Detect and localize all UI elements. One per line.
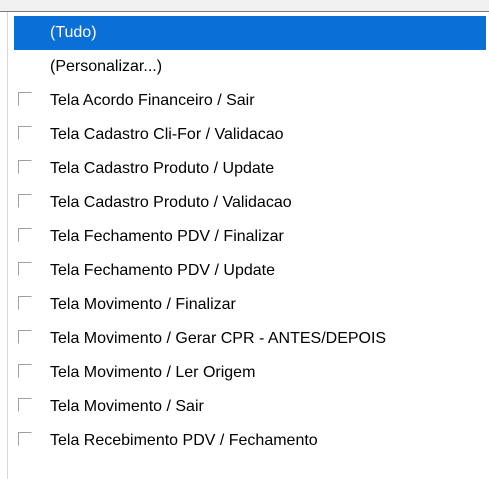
list-item[interactable]: Tela Recebimento PDV / Fechamento — [14, 424, 489, 458]
list-item[interactable]: Tela Cadastro Produto / Update — [14, 152, 489, 186]
list-item[interactable]: Tela Fechamento PDV / Finalizar — [14, 220, 489, 254]
checkbox[interactable] — [18, 364, 32, 378]
filter-dropdown-window: (Tudo) (Personalizar...) Tela Acordo Fin… — [0, 0, 489, 479]
list-item-label: Tela Recebimento PDV / Fechamento — [50, 432, 318, 449]
list-item-label: Tela Movimento / Ler Origem — [50, 364, 256, 381]
checkbox[interactable] — [18, 228, 32, 242]
checkbox[interactable] — [18, 330, 32, 344]
list-item[interactable]: Tela Movimento / Sair — [14, 390, 489, 424]
list-item-label: Tela Acordo Financeiro / Sair — [50, 92, 255, 109]
left-edge — [0, 12, 12, 479]
list-item-label: Tela Cadastro Cli-For / Validacao — [50, 126, 284, 143]
list-item-label: Tela Cadastro Produto / Validacao — [50, 194, 292, 211]
filter-list: (Tudo) (Personalizar...) Tela Acordo Fin… — [14, 16, 489, 458]
checkbox[interactable] — [18, 398, 32, 412]
left-edge-line — [7, 12, 8, 479]
list-item-label: Tela Movimento / Gerar CPR - ANTES/DEPOI… — [50, 330, 387, 347]
list-item-label: Tela Movimento / Finalizar — [50, 296, 236, 313]
dropdown-top-border — [0, 0, 489, 12]
list-item[interactable]: Tela Movimento / Gerar CPR - ANTES/DEPOI… — [14, 322, 489, 356]
checkbox[interactable] — [18, 126, 32, 140]
list-item[interactable]: Tela Fechamento PDV / Update — [14, 254, 489, 288]
list-item[interactable]: Tela Movimento / Ler Origem — [14, 356, 489, 390]
checkbox[interactable] — [18, 296, 32, 310]
list-item-custom[interactable]: (Personalizar...) — [14, 50, 489, 84]
list-item-label: Tela Cadastro Produto / Update — [50, 160, 275, 177]
list-item[interactable]: Tela Cadastro Produto / Validacao — [14, 186, 489, 220]
list-item-all[interactable]: (Tudo) — [14, 16, 486, 50]
list-item-label: Tela Fechamento PDV / Update — [50, 262, 276, 279]
checkbox[interactable] — [18, 432, 32, 446]
checkbox[interactable] — [18, 92, 32, 106]
list-item-label: (Personalizar...) — [50, 58, 163, 75]
list-item-label: (Tudo) — [50, 24, 97, 41]
checkbox[interactable] — [18, 262, 32, 276]
list-item[interactable]: Tela Cadastro Cli-For / Validacao — [14, 118, 489, 152]
list-item-label: Tela Movimento / Sair — [50, 398, 204, 415]
checkbox[interactable] — [18, 194, 32, 208]
checkbox[interactable] — [18, 160, 32, 174]
list-item[interactable]: Tela Acordo Financeiro / Sair — [14, 84, 489, 118]
list-item[interactable]: Tela Movimento / Finalizar — [14, 288, 489, 322]
list-item-label: Tela Fechamento PDV / Finalizar — [50, 228, 284, 245]
